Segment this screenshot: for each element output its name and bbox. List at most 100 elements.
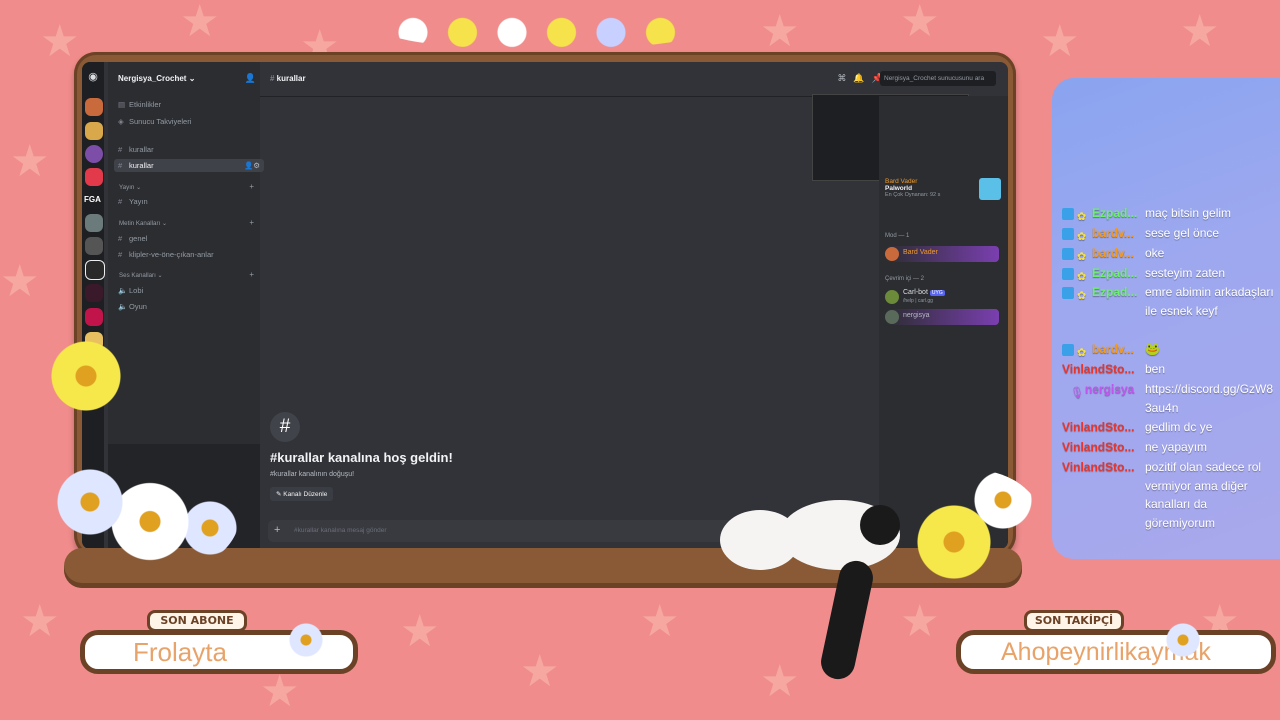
avatar	[885, 290, 899, 304]
member-row[interactable]: Carl-bot UYG /help | carl.gg	[885, 289, 999, 305]
category-ses-kanallari[interactable]: Ses Kanalları ⌄	[119, 272, 163, 279]
chat-text: sese gel önce	[1145, 226, 1220, 240]
server-icon[interactable]	[85, 237, 103, 255]
hashtag-icon: #	[118, 197, 123, 206]
avatar	[885, 247, 899, 261]
chat-text: ben	[1145, 362, 1166, 376]
chat-username: bardv...	[1092, 246, 1134, 260]
channel-genel[interactable]: # genel	[118, 234, 147, 243]
voice-channel-oyun[interactable]: 🔈 Oyun	[118, 302, 147, 311]
chat-text: ne yapayım	[1145, 440, 1208, 454]
platform-badge-icon	[1062, 207, 1074, 220]
chat-message: 🎙nergisya https://discord.gg/GzW83au4n	[1062, 380, 1274, 415]
add-member-icon[interactable]: 👤	[245, 73, 256, 84]
server-icon[interactable]	[85, 122, 103, 140]
category-yayin[interactable]: Yayın ⌄	[119, 184, 141, 191]
discord-logo-icon[interactable]: ◉	[86, 70, 100, 83]
flower-badge-icon: ✿	[1077, 289, 1087, 302]
hashtag-icon: #	[118, 161, 123, 170]
chat-message: ✿ bardv... 🐸	[1062, 340, 1274, 359]
hashtag-icon: #	[118, 234, 123, 243]
sidebar-item-boosts[interactable]: ◈ Sunucu Takviyeleri	[118, 117, 191, 126]
category-metin-kanallari[interactable]: Metin Kanalları ⌄	[119, 220, 167, 227]
server-icon[interactable]	[85, 260, 105, 280]
server-icon[interactable]	[85, 145, 103, 163]
edit-channel-button[interactable]: ✎ Kanalı Düzenle	[270, 487, 334, 501]
server-icon[interactable]	[85, 308, 103, 326]
flower-badge-icon: ✿	[1077, 346, 1087, 359]
chat-message: ✿ bardv... sese gel önce	[1062, 224, 1274, 243]
chat-text: gedlim dc ye	[1145, 420, 1213, 434]
chat-username: VinlandSto...	[1062, 440, 1135, 454]
speaker-icon: 🔈	[118, 302, 128, 311]
platform-badge-icon	[1062, 227, 1074, 240]
last-subscriber-label: SON ABONE	[147, 610, 247, 632]
channel-header: # kurallar ⌘🔔📌👥 Nergisya_Crochet sunucus…	[260, 62, 1008, 97]
activity-card[interactable]: Bard Vader Palworld En Çok Oynanan: 92 s	[885, 178, 1001, 208]
chat-text[interactable]: https://discord.gg/GzW83au4n	[1145, 380, 1274, 417]
chat-username: Ezpad...	[1092, 266, 1138, 280]
platform-badge-icon	[1062, 247, 1074, 260]
hashtag-icon: #	[270, 74, 277, 83]
server-icon[interactable]	[85, 98, 103, 116]
member-name: Bard Vader	[903, 249, 938, 256]
app-badge: UYG	[929, 290, 945, 296]
voice-channel-lobi[interactable]: 🔈 Lobi	[118, 286, 143, 295]
channel-kurallar-active[interactable]: # kurallar 👤⚙	[114, 159, 264, 172]
channel-kurallar[interactable]: # kurallar	[118, 145, 154, 154]
last-follower-label: SON TAKİPÇİ	[1024, 610, 1124, 632]
add-attachment-icon[interactable]: +	[274, 524, 280, 536]
message-input[interactable]: #kurallar kanalına mesaj gönder	[294, 527, 387, 534]
flower-decoration	[380, 6, 710, 50]
channel-settings-icon[interactable]: 👤⚙	[244, 161, 260, 170]
member-category-online: Çevrim içi — 2	[885, 276, 925, 282]
add-channel-icon[interactable]: +	[249, 182, 254, 191]
member-row[interactable]: Bard Vader	[885, 246, 999, 262]
member-name: nergisya	[903, 312, 930, 319]
member-status: /help | carl.gg	[903, 298, 933, 304]
chat-text: 🐸	[1145, 342, 1160, 356]
chat-username: Ezpad...	[1092, 285, 1138, 299]
chat-text: pozitif olan sadece rol vermiyor ama diğ…	[1145, 460, 1262, 530]
chat-message: VinlandSto... ne yapayım	[1062, 438, 1274, 457]
chat-message: VinlandSto... ben	[1062, 360, 1274, 379]
sidebar-item-events[interactable]: ▤ Etkinlikler	[118, 100, 161, 109]
platform-badge-icon	[1062, 343, 1074, 356]
add-channel-icon[interactable]: +	[249, 270, 254, 279]
bell-icon[interactable]: 🔔	[853, 73, 871, 83]
threads-icon[interactable]: ⌘	[837, 73, 853, 83]
channel-klipler[interactable]: # klipler-ve-öne-çıkan-anlar	[118, 250, 214, 259]
chat-message: ✿ Ezpad... maç bitsin gelim	[1062, 204, 1274, 223]
hashtag-icon: #	[270, 412, 300, 442]
chat-message: ✿ Ezpad... sesteyim zaten	[1062, 264, 1274, 283]
chat-text: oke	[1145, 246, 1165, 260]
flower-badge-icon: ✿	[1077, 210, 1087, 223]
boost-icon: ◈	[118, 117, 124, 126]
flower-decoration	[288, 622, 324, 658]
chat-message: VinlandSto... gedlim dc ye	[1062, 418, 1274, 437]
server-icon-fga[interactable]: FGA	[84, 195, 101, 204]
flower-decoration	[905, 470, 1045, 590]
chat-message: ✿ bardv... oke	[1062, 244, 1274, 263]
chat-text: maç bitsin gelim	[1145, 206, 1232, 220]
channel-yayin[interactable]: # Yayın	[118, 197, 148, 206]
server-icon[interactable]	[85, 168, 103, 186]
chat-text: emre abimin arkadaşları ile esnek keyf	[1145, 285, 1274, 318]
flower-badge-icon: ✿	[1077, 250, 1087, 263]
avatar	[885, 310, 899, 324]
server-icon[interactable]	[85, 284, 103, 302]
game-thumbnail	[979, 178, 1001, 200]
member-row[interactable]: nergisya	[885, 309, 999, 325]
server-name-dropdown[interactable]: Nergisya_Crochet ⌄	[118, 74, 195, 83]
chat-message: ✿ Ezpad... emre abimin arkadaşları ile es…	[1062, 283, 1274, 318]
chat-username: VinlandSto...	[1062, 460, 1135, 474]
member-category-mod: Mod — 1	[885, 233, 910, 239]
chat-username: bardv...	[1092, 342, 1134, 356]
add-channel-icon[interactable]: +	[249, 218, 254, 227]
search-input[interactable]: Nergisya_Crochet sunucusunu ara	[880, 71, 996, 86]
platform-badge-icon	[1062, 267, 1074, 280]
server-icon[interactable]	[85, 214, 103, 232]
platform-badge-icon	[1062, 286, 1074, 299]
flower-decoration	[36, 340, 136, 420]
flower-badge-icon: ✿	[1077, 270, 1087, 283]
